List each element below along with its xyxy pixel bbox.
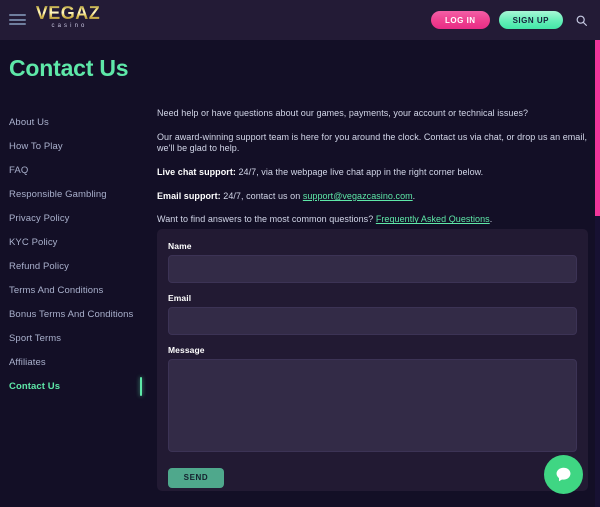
faq-text: Want to find answers to the most common … bbox=[157, 214, 376, 225]
hamburger-menu-icon[interactable] bbox=[9, 12, 26, 27]
log-in-button[interactable]: LOG IN bbox=[431, 11, 490, 29]
live-chat-support-text: 24/7, via the webpage live chat app in t… bbox=[235, 167, 484, 178]
email-support-label: Email support: bbox=[157, 190, 221, 201]
email-field-label: Email bbox=[168, 293, 192, 303]
sidebar-item-terms-and-conditions[interactable]: Terms And Conditions bbox=[0, 278, 142, 302]
search-icon[interactable] bbox=[572, 11, 590, 29]
sidebar-item-label: Responsible Gambling bbox=[9, 188, 107, 200]
sidebar-item-label: How To Play bbox=[9, 140, 63, 152]
sidebar-item-about-us[interactable]: About Us bbox=[0, 110, 142, 134]
page-scrollbar-thumb[interactable] bbox=[595, 40, 600, 216]
live-chat-support-paragraph: Live chat support: 24/7, via the webpage… bbox=[157, 167, 588, 179]
sidebar-item-label: Terms And Conditions bbox=[9, 284, 104, 296]
sidebar-item-label: Sport Terms bbox=[9, 332, 62, 344]
sidebar-item-contact-us[interactable]: Contact Us bbox=[0, 374, 142, 398]
header-actions: LOG IN SIGN UP bbox=[431, 0, 590, 40]
sidebar-item-faq[interactable]: FAQ bbox=[0, 158, 142, 182]
page-root: VEGAZ casino LOG IN SIGN UP Contact Us A… bbox=[0, 0, 600, 507]
sidebar-item-refund-policy[interactable]: Refund Policy bbox=[0, 254, 142, 278]
hamburger-line bbox=[9, 23, 26, 25]
faq-paragraph: Want to find answers to the most common … bbox=[157, 214, 588, 226]
faq-tail: . bbox=[489, 214, 493, 225]
sidebar-item-how-to-play[interactable]: How To Play bbox=[0, 134, 142, 158]
hamburger-line bbox=[9, 14, 26, 16]
name-input[interactable] bbox=[168, 255, 577, 283]
contact-form: Name Email Message SEND bbox=[157, 229, 588, 491]
sidebar-item-sport-terms[interactable]: Sport Terms bbox=[0, 326, 142, 350]
sidebar-item-label: Contact Us bbox=[9, 380, 61, 392]
sidebar-item-label: KYC Policy bbox=[9, 236, 58, 248]
site-logo[interactable]: VEGAZ casino bbox=[33, 4, 103, 29]
sidebar-item-responsible-gambling[interactable]: Responsible Gambling bbox=[0, 182, 142, 206]
main-content: Need help or have questions about our ga… bbox=[157, 108, 588, 238]
sidebar-item-label: FAQ bbox=[9, 164, 29, 176]
faq-link[interactable]: Frequently Asked Questions bbox=[376, 214, 490, 224]
sidebar-item-affiliates[interactable]: Affiliates bbox=[0, 350, 142, 374]
sidebar-item-label: Refund Policy bbox=[9, 260, 69, 272]
live-chat-support-label: Live chat support: bbox=[157, 167, 236, 178]
page-title: Contact Us bbox=[9, 55, 129, 81]
intro-paragraph-2: Our award-winning support team is here f… bbox=[157, 131, 588, 154]
logo-brand-text: VEGAZ bbox=[33, 4, 103, 22]
sign-up-button[interactable]: SIGN UP bbox=[498, 11, 563, 29]
email-support-paragraph: Email support: 24/7, contact us on suppo… bbox=[157, 191, 588, 203]
message-textarea[interactable] bbox=[168, 359, 577, 452]
hamburger-line bbox=[9, 18, 26, 21]
email-support-text: 24/7, contact us on bbox=[220, 190, 303, 201]
message-field-label: Message bbox=[168, 345, 205, 355]
sidebar-item-label: Affiliates bbox=[9, 356, 46, 368]
sidebar-item-kyc-policy[interactable]: KYC Policy bbox=[0, 230, 142, 254]
email-support-tail: . bbox=[412, 190, 416, 201]
sidebar-item-privacy-policy[interactable]: Privacy Policy bbox=[0, 206, 142, 230]
name-field-label: Name bbox=[168, 241, 192, 251]
chat-bubble-icon bbox=[556, 467, 571, 482]
sidebar-item-label: Bonus Terms And Conditions bbox=[9, 308, 134, 320]
sidebar-item-label: Privacy Policy bbox=[9, 212, 70, 224]
email-input[interactable] bbox=[168, 307, 577, 335]
support-email-link[interactable]: support@vegazcasino.com bbox=[303, 191, 413, 201]
sidebar-nav: About Us How To Play FAQ Responsible Gam… bbox=[0, 110, 142, 398]
sidebar-item-bonus-terms-and-conditions[interactable]: Bonus Terms And Conditions bbox=[0, 302, 142, 326]
sidebar-item-label: About Us bbox=[9, 116, 49, 128]
intro-paragraph-1: Need help or have questions about our ga… bbox=[157, 108, 529, 118]
active-item-indicator bbox=[140, 377, 142, 396]
site-header: VEGAZ casino LOG IN SIGN UP bbox=[0, 0, 600, 40]
send-button[interactable]: SEND bbox=[168, 467, 224, 488]
logo-sub-text: casino bbox=[51, 23, 88, 29]
live-chat-button[interactable] bbox=[544, 455, 583, 494]
